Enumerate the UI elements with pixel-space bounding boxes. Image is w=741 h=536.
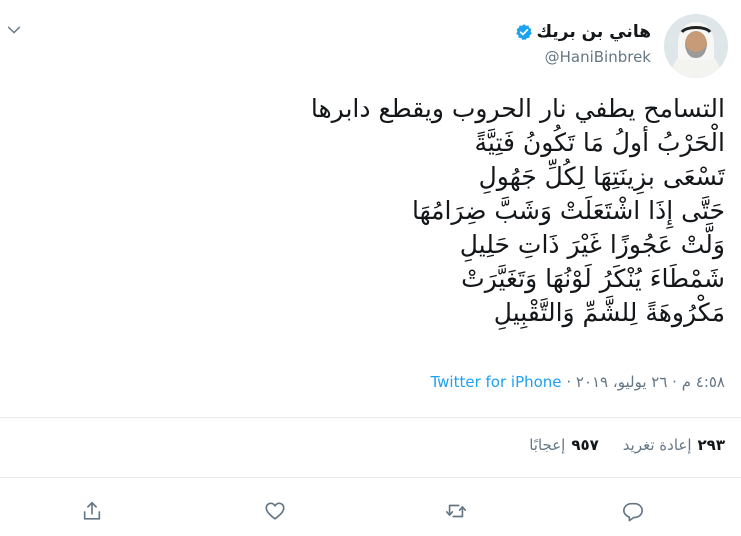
- tweet-menu-button[interactable]: [6, 22, 22, 38]
- tweet-line: تَسْعَى بزِينَتِهَا لِكُلِّ جَهُولِ: [478, 162, 725, 191]
- likes-stat[interactable]: ٩٥٧ إعجابًا: [529, 436, 599, 454]
- reply-icon: [623, 502, 643, 522]
- heart-icon: [265, 502, 285, 520]
- retweet-icon: [446, 504, 466, 518]
- tweet-line: مَكْرُوهَةً لِلشَّمِّ وَالتَّقْبِيلِ: [493, 298, 725, 327]
- tweet-timestamp[interactable]: ٤:٥٨ م · ٢٦ يوليو، ٢٠١٩: [576, 373, 725, 391]
- share-icon: [83, 501, 101, 520]
- tweet-line: حَتَّى إِذَا اشْتَعَلَتْ وَشَبَّ ضِرَامُ…: [411, 196, 725, 225]
- divider: [0, 477, 741, 478]
- tweet-line: التسامح يطفي نار الحروب ويقطع دابرها: [310, 94, 725, 123]
- avatar[interactable]: [664, 14, 728, 78]
- tweet-meta: ٤:٥٨ م · ٢٦ يوليو، ٢٠١٩ · Twitter for iP…: [430, 373, 725, 391]
- tweet-text: التسامح يطفي نار الحروب ويقطع دابرها الْ…: [125, 92, 725, 330]
- reply-button[interactable]: [620, 498, 646, 524]
- divider: [0, 417, 741, 418]
- retweet-button[interactable]: [443, 498, 469, 524]
- tweet-line: وَلَّتْ عَجُوزًا غَيْرَ ذَاتِ حَلِيلِ: [459, 230, 725, 259]
- like-button[interactable]: [262, 498, 288, 524]
- verified-badge-icon: [515, 24, 532, 40]
- author-name-row[interactable]: هاني بن بريك: [515, 20, 651, 44]
- likes-count: ٩٥٧: [571, 436, 599, 454]
- retweets-label: إعادة تغريد: [622, 436, 692, 454]
- retweets-count: ٢٩٣: [697, 436, 725, 454]
- likes-label: إعجابًا: [529, 436, 566, 454]
- meta-separator: ·: [566, 373, 572, 391]
- retweets-stat[interactable]: ٢٩٣ إعادة تغريد: [623, 436, 725, 454]
- tweet-line: شَمْطَاءَ يُنْكَرُ لَوْنُهَا وَتَغَيَّرَ…: [461, 264, 725, 293]
- tweet-line: الْحَرْبُ أولُ مَا تَكُونُ فَتِيَّةً: [474, 128, 726, 157]
- tweet-source-link[interactable]: Twitter for iPhone: [430, 373, 561, 391]
- tweet-stats: ٢٩٣ إعادة تغريد ٩٥٧ إعجابًا: [529, 436, 725, 454]
- share-button[interactable]: [79, 498, 105, 524]
- chevron-down-icon: [7, 26, 21, 34]
- avatar-image: [664, 14, 728, 78]
- user-handle[interactable]: @HaniBinbrek: [545, 48, 651, 66]
- display-name[interactable]: هاني بن بريك: [537, 22, 651, 42]
